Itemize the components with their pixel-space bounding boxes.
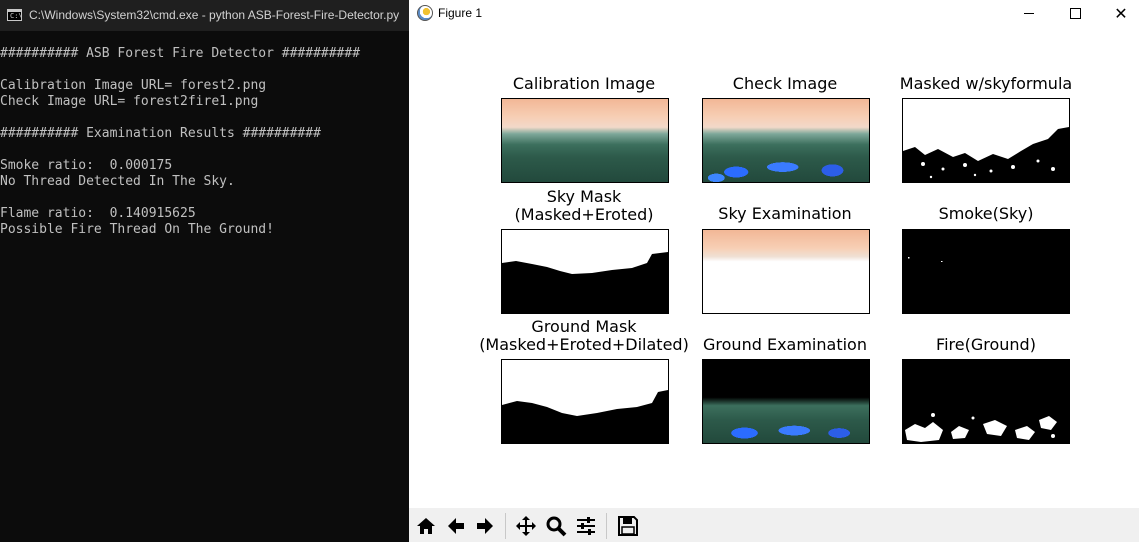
save-button[interactable]: [614, 512, 642, 540]
home-button[interactable]: [412, 512, 440, 540]
console-window[interactable]: C:\ C:\Windows\System32\cmd.exe - python…: [0, 0, 409, 542]
subplot-title-sky-examination: Sky Examination: [718, 204, 852, 223]
smoke-sky-image: [902, 229, 1070, 314]
back-icon: [448, 518, 464, 534]
subplot-title-ground-examination: Ground Examination: [703, 335, 867, 354]
fire-ground-image: [902, 359, 1070, 444]
forward-icon: [477, 518, 493, 534]
home-icon: [417, 518, 435, 534]
matplotlib-logo-icon: [417, 5, 433, 21]
sky-examination-image: [702, 229, 870, 314]
ground-examination-image: [702, 359, 870, 444]
close-button[interactable]: ✕: [1098, 0, 1139, 26]
toolbar-separator: [606, 513, 607, 539]
subplot-title-sky-mask: Sky Mask (Masked+Eroted): [514, 187, 654, 224]
toolbar-separator: [505, 513, 506, 539]
subplot-title-check: Check Image: [732, 74, 838, 93]
console-app-icon: C:\: [7, 9, 23, 21]
configure-subplots-icon: [577, 517, 595, 535]
console-titlebar[interactable]: C:\ C:\Windows\System32\cmd.exe - python…: [0, 0, 409, 31]
subplot-title-smoke-sky: Smoke(Sky): [938, 204, 1034, 223]
masked-skyformula-image: [902, 98, 1070, 183]
figure-toolbar: [409, 508, 1139, 542]
pan-button[interactable]: [512, 512, 540, 540]
configure-subplots-button[interactable]: [572, 512, 600, 540]
minimize-button[interactable]: [1006, 0, 1052, 26]
figure-titlebar[interactable]: Figure 1 ✕: [409, 0, 1139, 30]
pan-icon: [516, 516, 536, 536]
console-output: ########## ASB Forest Fire Detector ####…: [0, 46, 361, 237]
zoom-icon: [546, 516, 567, 537]
back-button[interactable]: [442, 512, 470, 540]
sky-mask-image: [501, 229, 669, 314]
calibration-image: [501, 98, 669, 183]
subplot-title-fire-ground: Fire(Ground): [936, 335, 1036, 354]
save-icon: [618, 516, 638, 536]
forward-button[interactable]: [471, 512, 499, 540]
subplot-title-ground-mask: Ground Mask (Masked+Eroted+Dilated): [479, 317, 689, 354]
figure-window[interactable]: Figure 1 ✕ Calibration Image Check Image…: [409, 0, 1139, 542]
console-title: C:\Windows\System32\cmd.exe - python ASB…: [29, 8, 400, 22]
check-image: [702, 98, 870, 183]
subplot-title-masked-skyformula: Masked w/skyformula: [899, 74, 1073, 93]
figure-title: Figure 1: [438, 6, 483, 20]
maximize-button[interactable]: [1052, 0, 1098, 26]
ground-mask-image: [501, 359, 669, 444]
subplot-title-calibration: Calibration Image: [512, 74, 656, 93]
zoom-button[interactable]: [542, 512, 570, 540]
